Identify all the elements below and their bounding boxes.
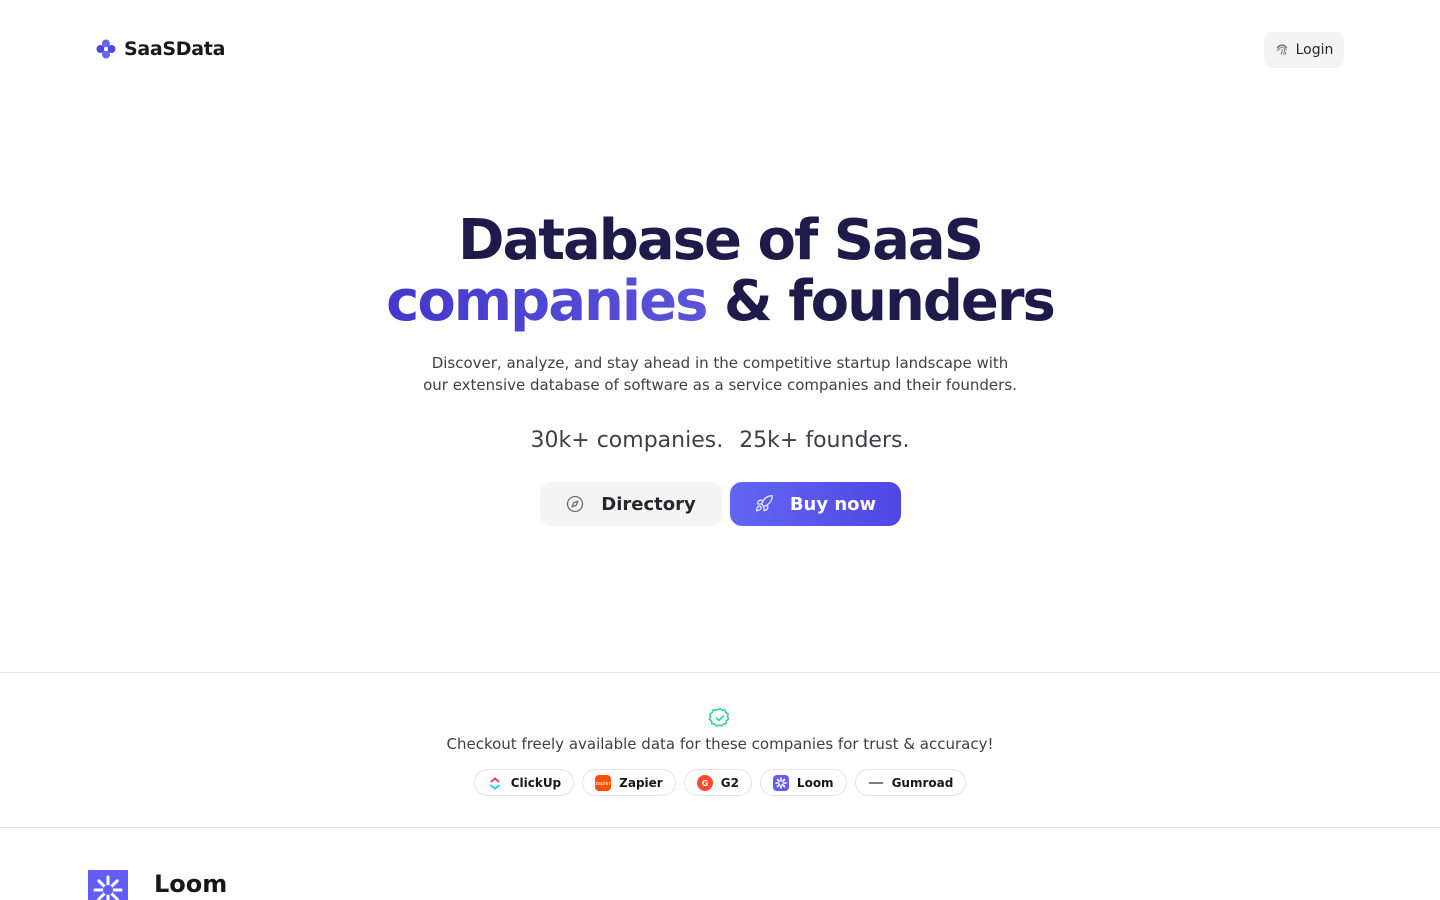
hero-title-rest: & founders [706, 269, 1056, 334]
company-chip-label: ClickUp [510, 775, 562, 790]
trust-text: Checkout freely available data for these… [446, 735, 994, 753]
company-preview[interactable]: Loom [88, 870, 227, 900]
stat-founders: 25k+ founders. [739, 428, 910, 453]
brand[interactable]: SaaSData [96, 38, 225, 60]
company-chip-label: G2 [720, 775, 739, 790]
hero-title-line1: Database of SaaS [457, 208, 984, 273]
rocket-icon [755, 494, 773, 512]
buy-now-button[interactable]: Buy now [729, 482, 901, 526]
clickup-logo-icon [489, 776, 500, 790]
company-chip-g2[interactable]: G G2 [683, 769, 752, 796]
hero-stats: 30k+ companies. 25k+ founders. [0, 428, 1440, 453]
fingerprint-icon [1276, 44, 1287, 56]
cta-row: Directory Buy now [0, 482, 1440, 526]
login-button[interactable]: Login [1264, 32, 1344, 68]
directory-button[interactable]: Directory [539, 482, 722, 526]
brand-logo-icon [96, 39, 116, 59]
trust-section: Checkout freely available data for these… [0, 672, 1440, 828]
company-preview-name: Loom [154, 870, 228, 898]
company-chip-loom[interactable]: Loom [759, 769, 847, 796]
company-chip-label: Loom [796, 775, 834, 790]
hero-title: Database of SaaS companies & founders [0, 210, 1440, 332]
hero-title-accent: companies [386, 269, 708, 334]
loom-burst-icon [93, 875, 123, 900]
hero-subtitle-line2: our extensive database of software as a … [423, 376, 1017, 394]
company-chip-label: Zapier [619, 775, 663, 790]
company-chip-clickup[interactable]: ClickUp [473, 769, 575, 796]
loom-logo-icon [88, 870, 128, 900]
verified-badge-icon [708, 707, 730, 727]
stat-companies: 30k+ companies. [530, 428, 724, 453]
loom-logo-icon [772, 774, 789, 791]
hero-subtitle: Discover, analyze, and stay ahead in the… [0, 352, 1440, 396]
company-chip-label: Gumroad [891, 775, 954, 790]
top-navigation: SaaSData Login [0, 0, 1440, 100]
directory-label: Directory [601, 493, 696, 515]
hero-title-line2: companies & founders [0, 271, 1440, 332]
company-chip-gumroad[interactable]: Gumroad [854, 769, 967, 796]
svg-text:zapier: zapier [595, 781, 611, 787]
brand-name: SaaSData [124, 38, 226, 60]
zapier-logo-icon: zapier [595, 774, 612, 791]
svg-text:G: G [701, 779, 708, 788]
hero-subtitle-line1: Discover, analyze, and stay ahead in the… [431, 354, 1009, 372]
company-chips: ClickUp zapier Zapier G G2 Loom Gumroad [0, 769, 1440, 796]
hero-section: Database of SaaS companies & founders Di… [0, 210, 1440, 453]
compass-icon [567, 495, 584, 513]
company-chip-zapier[interactable]: zapier Zapier [582, 769, 676, 796]
buy-now-label: Buy now [789, 493, 877, 515]
g2-logo-icon: G [696, 774, 713, 791]
login-label: Login [1295, 42, 1334, 58]
gumroad-logo-icon [868, 781, 883, 784]
